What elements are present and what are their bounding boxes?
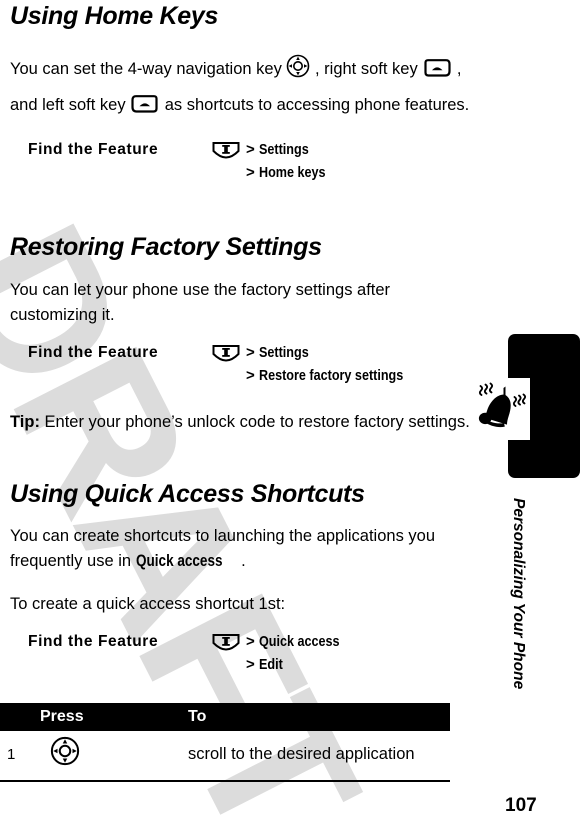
paragraph-text-part-1: You can set the 4-way navigation key xyxy=(10,60,287,78)
find-the-feature-label: Find the Feature xyxy=(28,633,159,650)
find-the-feature-steps: > Quick access > Edit xyxy=(212,633,355,679)
menu-item-label: Edit xyxy=(258,656,283,673)
column-header-number xyxy=(0,703,40,731)
section-paragraph: You can let your phone use the factory s… xyxy=(10,281,391,324)
find-the-feature-block: Find the Feature > Quick access > Edit xyxy=(10,633,490,683)
menu-path-line: > Home keys xyxy=(246,164,338,187)
section-restoring-factory-settings: Restoring Factory Settings You can let y… xyxy=(10,233,480,435)
menu-item-label: Settings xyxy=(258,141,309,158)
bell-ringing-icon xyxy=(470,382,528,443)
page-number: 107 xyxy=(505,795,537,816)
chevron-gt: > xyxy=(246,141,255,158)
chevron-gt: > xyxy=(246,164,255,181)
right-soft-key-icon xyxy=(422,57,452,89)
nav-key-icon xyxy=(50,736,80,770)
menu-path-line: > Settings xyxy=(212,141,338,164)
column-header-to: To xyxy=(188,703,450,731)
menu-path-line: > Quick access xyxy=(212,633,355,656)
tip-label: Tip: xyxy=(10,413,40,431)
chevron-gt: > xyxy=(246,367,255,384)
find-the-feature-label: Find the Feature xyxy=(28,141,159,158)
column-header-press: Press xyxy=(40,703,188,731)
menu-path-line: > Restore factory settings xyxy=(246,367,430,390)
paragraph-text-part-2: , right soft key xyxy=(310,60,423,78)
menu-item-label: Restore factory settings xyxy=(258,367,404,384)
menu-path-line: > Settings xyxy=(212,344,430,367)
tip-text: Enter your phone’s unlock code to restor… xyxy=(39,413,470,431)
menu-path-line: > Edit xyxy=(246,656,355,679)
table-header-row: Press To xyxy=(0,703,450,731)
section-title: Using Home Keys xyxy=(10,2,219,30)
section-using-quick-access-shortcuts: Using Quick Access Shortcuts You can cre… xyxy=(10,480,490,683)
step-description: scroll to the desired application xyxy=(188,731,450,782)
menu-item-label: Home keys xyxy=(258,164,326,181)
find-the-feature-steps: > Settings > Home keys xyxy=(212,141,338,187)
section-using-home-keys: Using Home Keys You can set the 4-way na… xyxy=(10,2,480,191)
find-the-feature-block: Find the Feature > Settings > Restore fa… xyxy=(10,344,480,394)
section-title: Restoring Factory Settings xyxy=(10,233,322,261)
section-intro: To create a quick access shortcut 1st: xyxy=(10,595,286,613)
section-paragraph: You can set the 4-way navigation key , r… xyxy=(10,53,480,125)
nav-key-icon xyxy=(286,54,310,89)
step-key-cell xyxy=(40,731,188,782)
steps-table-wrapper: Press To 1 scroll to the desired applica… xyxy=(0,703,450,782)
section-paragraph: You can create shortcuts to launching th… xyxy=(10,524,490,574)
tip-paragraph: Tip: Enter your phone’s unlock code to r… xyxy=(10,410,480,435)
find-the-feature-block: Find the Feature > Settings > Home keys xyxy=(10,141,480,191)
chevron-gt: > xyxy=(246,633,255,650)
menu-icon xyxy=(212,141,240,164)
steps-table: Press To 1 scroll to the desired applica… xyxy=(0,703,450,782)
paragraph-tail: . xyxy=(241,552,246,570)
find-the-feature-label: Find the Feature xyxy=(28,344,159,361)
quick-access-term: Quick access xyxy=(135,552,223,570)
chevron-gt: > xyxy=(246,344,255,361)
menu-item-label: Settings xyxy=(258,344,309,361)
chevron-gt: > xyxy=(246,656,255,673)
manual-page: DRAFT Using Home Keys You can set the 4-… xyxy=(0,0,583,838)
left-soft-key-icon xyxy=(130,93,160,125)
chapter-rail-label: Personalizing Your Phone xyxy=(510,498,527,690)
table-row: 1 scroll to the desired application xyxy=(0,731,450,782)
step-number: 1 xyxy=(0,731,40,782)
menu-icon xyxy=(212,344,240,367)
menu-item-label: Quick access xyxy=(258,633,340,650)
section-title: Using Quick Access Shortcuts xyxy=(10,480,365,508)
find-the-feature-steps: > Settings > Restore factory settings xyxy=(212,344,430,390)
menu-icon xyxy=(212,633,240,656)
paragraph-text-part-4: as shortcuts to accessing phone features… xyxy=(160,96,470,114)
